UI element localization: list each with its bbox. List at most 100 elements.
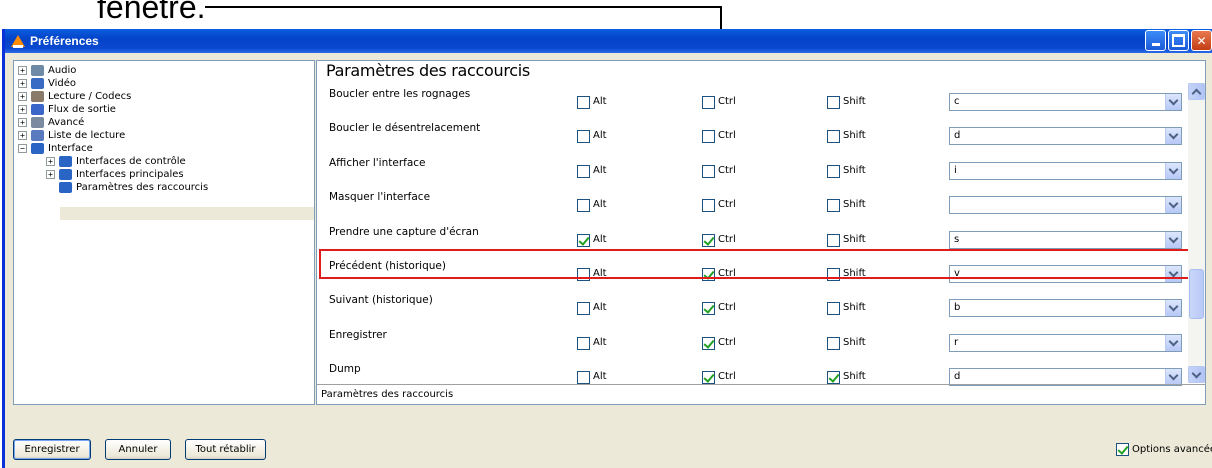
chevron-down-icon[interactable]: [1165, 94, 1181, 110]
expand-toggle-icon[interactable]: +: [18, 79, 27, 88]
alt-checkbox[interactable]: [577, 234, 590, 247]
chevron-down-icon[interactable]: [1165, 232, 1181, 248]
ctrl-checkbox[interactable]: [702, 96, 715, 109]
key-select[interactable]: [949, 196, 1182, 214]
category-icon: [31, 104, 44, 115]
key-select[interactable]: i: [949, 162, 1182, 180]
expand-toggle-icon[interactable]: +: [46, 157, 55, 166]
shift-label: Shift: [843, 371, 866, 382]
key-value: i: [954, 165, 957, 176]
shift-checkbox[interactable]: [827, 96, 840, 109]
ctrl-checkbox[interactable]: [702, 371, 715, 384]
expand-toggle-icon[interactable]: +: [18, 92, 27, 101]
tree-item-label: Avancé: [48, 117, 85, 128]
tree-subitem[interactable]: + Interfaces principales: [46, 168, 184, 181]
ctrl-checkbox[interactable]: [702, 165, 715, 178]
category-icon: [31, 130, 44, 141]
ctrl-checkbox[interactable]: [702, 302, 715, 315]
alt-label: Alt: [593, 96, 607, 107]
ctrl-label: Ctrl: [718, 337, 736, 348]
ctrl-checkbox[interactable]: [702, 130, 715, 143]
scroll-up-button[interactable]: [1188, 83, 1205, 100]
hotkey-action-label: Masquer l'interface: [329, 191, 431, 203]
interface-icon: [59, 182, 72, 193]
tree-subitem[interactable]: Paramètres des raccourcis: [46, 181, 208, 194]
tree-item-label: Flux de sortie: [48, 104, 116, 115]
shift-checkbox[interactable]: [827, 371, 840, 384]
alt-checkbox[interactable]: [577, 337, 590, 350]
scrollbar-thumb[interactable]: [1189, 269, 1204, 319]
alt-label: Alt: [593, 199, 607, 210]
title-bar[interactable]: Préférences ✕: [5, 29, 1212, 53]
key-select[interactable]: d: [949, 127, 1182, 145]
key-select[interactable]: r: [949, 334, 1182, 352]
maximize-button[interactable]: [1168, 30, 1189, 51]
tree-item[interactable]: + Flux de sortie: [18, 103, 116, 116]
key-value: d: [954, 130, 961, 141]
shift-checkbox[interactable]: [827, 337, 840, 350]
annotation-line-horizontal: [205, 6, 721, 8]
chevron-down-icon[interactable]: [1165, 197, 1181, 213]
shift-label: Shift: [843, 96, 866, 107]
expand-toggle-icon[interactable]: −: [18, 144, 27, 153]
divider: [317, 384, 1205, 385]
shift-checkbox[interactable]: [827, 130, 840, 143]
advanced-options[interactable]: Options avancées: [1116, 443, 1212, 456]
alt-checkbox[interactable]: [577, 130, 590, 143]
hotkey-row: Masquer l'interface Alt Ctrl Shift: [317, 186, 1193, 220]
chevron-down-icon[interactable]: [1165, 300, 1181, 316]
expand-toggle-icon[interactable]: +: [18, 105, 27, 114]
key-select[interactable]: s: [949, 231, 1182, 249]
expand-toggle-icon[interactable]: +: [18, 131, 27, 140]
preferences-window: Préférences ✕ + Audio + Vidéo + Lecture / Cod…: [2, 29, 1212, 468]
chevron-down-icon[interactable]: [1165, 128, 1181, 144]
annotation-text: fenêtre.: [97, 0, 206, 25]
key-value: d: [954, 371, 961, 382]
tree-item[interactable]: + Liste de lecture: [18, 129, 125, 142]
tree-item[interactable]: − Interface: [18, 142, 93, 155]
alt-label: Alt: [593, 337, 607, 348]
minimize-button[interactable]: [1145, 30, 1166, 51]
vlc-cone-icon: [11, 34, 25, 48]
category-icon: [31, 65, 44, 76]
tree-item[interactable]: + Avancé: [18, 116, 84, 129]
shift-checkbox[interactable]: [827, 165, 840, 178]
alt-checkbox[interactable]: [577, 302, 590, 315]
reset-all-button[interactable]: Tout rétablir: [185, 439, 266, 460]
expand-toggle-icon[interactable]: +: [18, 66, 27, 75]
alt-checkbox[interactable]: [577, 96, 590, 109]
scroll-down-button[interactable]: [1188, 366, 1205, 383]
ctrl-label: Ctrl: [718, 302, 736, 313]
key-select[interactable]: c: [949, 93, 1182, 111]
save-button[interactable]: Enregistrer: [13, 439, 91, 460]
chevron-down-icon[interactable]: [1165, 335, 1181, 351]
ctrl-checkbox[interactable]: [702, 337, 715, 350]
ctrl-checkbox[interactable]: [702, 199, 715, 212]
ctrl-checkbox[interactable]: [702, 234, 715, 247]
hotkey-action-label: Prendre une capture d'écran: [329, 226, 479, 238]
close-button[interactable]: ✕: [1191, 30, 1212, 51]
alt-checkbox[interactable]: [577, 371, 590, 384]
shift-checkbox[interactable]: [827, 234, 840, 247]
chevron-down-icon[interactable]: [1165, 369, 1181, 385]
expand-toggle-icon[interactable]: +: [18, 118, 27, 127]
shift-checkbox[interactable]: [827, 302, 840, 315]
alt-checkbox[interactable]: [577, 165, 590, 178]
key-select[interactable]: b: [949, 299, 1182, 317]
alt-checkbox[interactable]: [577, 199, 590, 212]
chevron-down-icon[interactable]: [1165, 163, 1181, 179]
alt-label: Alt: [593, 130, 607, 141]
shift-checkbox[interactable]: [827, 199, 840, 212]
tree-item[interactable]: + Lecture / Codecs: [18, 90, 131, 103]
vertical-scrollbar[interactable]: [1188, 83, 1205, 383]
advanced-options-checkbox[interactable]: [1116, 443, 1129, 456]
expand-toggle-icon[interactable]: +: [46, 170, 55, 179]
tree-item[interactable]: + Audio: [18, 64, 76, 77]
cancel-button[interactable]: Annuler: [105, 439, 171, 460]
tree-item-label: Vidéo: [48, 78, 77, 89]
category-tree[interactable]: + Audio + Vidéo + Lecture / Codecs + Flux de so…: [13, 60, 315, 405]
tree-selection-highlight: [60, 207, 314, 220]
shift-label: Shift: [843, 234, 866, 245]
tree-subitem[interactable]: + Interfaces de contrôle: [46, 155, 186, 168]
tree-item[interactable]: + Vidéo: [18, 77, 76, 90]
